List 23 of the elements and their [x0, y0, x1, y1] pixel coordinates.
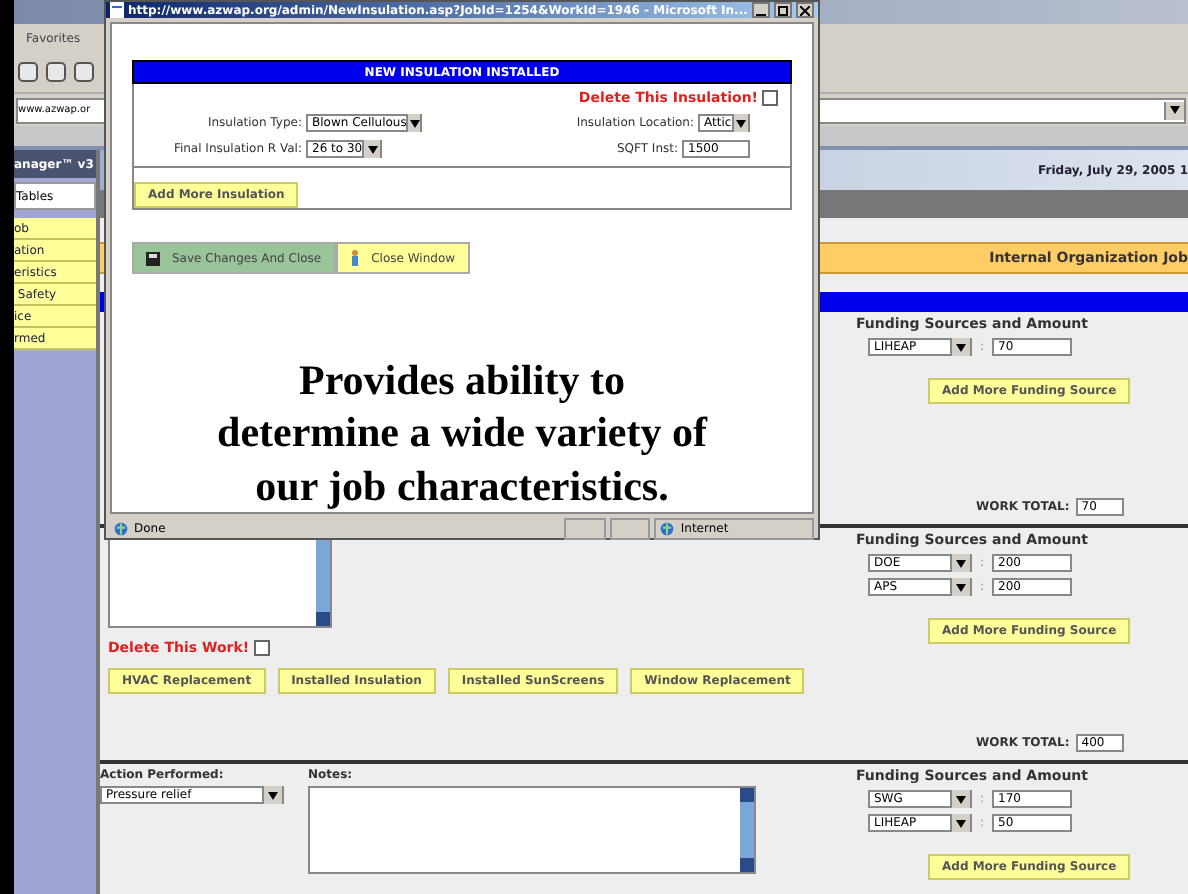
caret-icon	[1170, 106, 1180, 114]
maximize-button[interactable]	[774, 2, 792, 18]
close-icon	[800, 5, 810, 15]
caret-icon	[956, 343, 966, 351]
caret-icon	[268, 791, 278, 799]
status-panel	[563, 517, 606, 540]
minimize-button[interactable]	[752, 2, 770, 18]
person-icon	[349, 250, 360, 266]
caption-text: Provides ability to determine a wide variety of our job characteristics.	[215, 354, 710, 512]
caret-icon	[956, 583, 966, 591]
checkbox[interactable]	[762, 90, 778, 106]
maximize-icon	[778, 5, 788, 15]
close-button[interactable]	[796, 2, 814, 18]
checkbox[interactable]	[253, 640, 270, 656]
globe-icon	[660, 521, 675, 536]
caret-icon	[956, 795, 966, 803]
caret-icon	[956, 819, 966, 827]
page-icon	[110, 2, 124, 18]
globe-icon	[114, 521, 128, 536]
notes-field[interactable]	[308, 786, 756, 874]
status-panel	[609, 517, 651, 540]
notes-field[interactable]	[108, 536, 332, 628]
caret-icon	[956, 559, 966, 567]
